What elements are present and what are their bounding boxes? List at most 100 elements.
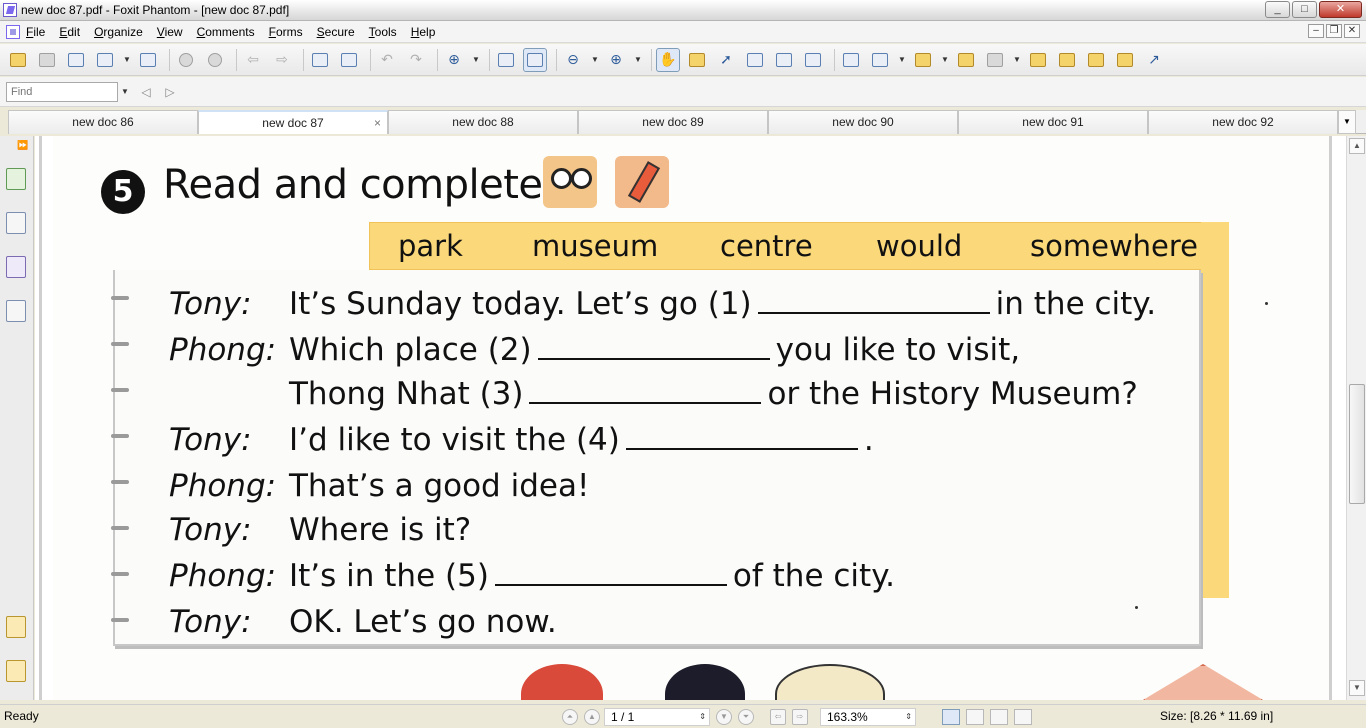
vertical-scrollbar[interactable]: ▲ ▼ (1346, 136, 1366, 700)
zoom-in-tool-icon[interactable]: ⊕ (442, 48, 466, 72)
typewriter-icon[interactable] (772, 48, 796, 72)
first-page-icon[interactable]: ⏶ (562, 709, 578, 725)
lock-dropdown-icon[interactable]: ▼ (1012, 55, 1022, 64)
lock-icon[interactable] (983, 48, 1007, 72)
menu-help[interactable]: Help (411, 25, 436, 39)
select-text-icon[interactable] (685, 48, 709, 72)
menu-forms[interactable]: Forms (269, 25, 303, 39)
next-page-icon[interactable] (203, 48, 227, 72)
zoom-in-dropdown-icon[interactable]: ▼ (633, 55, 643, 64)
stamp-icon[interactable] (911, 48, 935, 72)
tab-new-doc-89[interactable]: new doc 89 (578, 110, 768, 134)
tab-new-doc-86[interactable]: new doc 86 (8, 110, 198, 134)
select-annotation-icon[interactable]: ➚ (714, 48, 738, 72)
scan-icon[interactable] (136, 48, 160, 72)
continuous-facing-view-icon[interactable] (1014, 709, 1032, 725)
doc-restore-button[interactable]: ❐ (1326, 24, 1342, 38)
stamp-dropdown-icon[interactable]: ▼ (940, 55, 950, 64)
collapse-panel-icon[interactable]: ⏩ (17, 140, 28, 151)
page-spin-icon[interactable]: ⇕ (699, 709, 706, 725)
text-box-icon[interactable] (1084, 48, 1108, 72)
arrow-tool-icon[interactable]: ↗ (1142, 48, 1166, 72)
close-button[interactable]: ✕ (1319, 1, 1362, 18)
next-page-status-icon[interactable]: ▼ (716, 709, 732, 725)
tab-close-icon[interactable]: × (374, 112, 381, 134)
menu-organize[interactable]: Organize (94, 25, 143, 39)
find-input[interactable] (6, 81, 118, 102)
insert-page-icon[interactable] (308, 48, 332, 72)
single-page-view-icon[interactable] (942, 709, 960, 725)
email-dropdown-icon[interactable]: ▼ (122, 55, 132, 64)
document-tabs: new doc 86 new doc 87 × new doc 88 new do… (8, 110, 1366, 134)
attachments-panel-icon[interactable] (6, 660, 26, 682)
bookmarks-panel-icon[interactable] (6, 212, 26, 234)
comments-panel-icon[interactable] (6, 616, 26, 638)
minimize-button[interactable]: _ (1265, 1, 1290, 18)
zoom-field[interactable]: 163.3% ⇕ (820, 708, 916, 726)
zoom-spin-icon[interactable]: ⇕ (905, 709, 912, 725)
zoom-out-dropdown-icon[interactable]: ▼ (590, 55, 600, 64)
tab-new-doc-91[interactable]: new doc 91 (958, 110, 1148, 134)
zoom-out-icon[interactable]: ⊖ (561, 48, 585, 72)
find-dropdown-icon[interactable]: ▼ (118, 87, 132, 96)
note-edit-icon[interactable] (1026, 48, 1050, 72)
back-arrow-icon[interactable]: ⇦ (241, 48, 265, 72)
rectangle-tool-icon[interactable] (839, 48, 863, 72)
document-menu-icon[interactable] (6, 24, 20, 39)
foxit-app-icon[interactable] (3, 3, 17, 17)
forward-arrow-icon[interactable]: ⇨ (270, 48, 294, 72)
find-previous-icon[interactable]: ◁ (136, 82, 156, 102)
page-number-field[interactable]: 1 / 1 ⇕ (604, 708, 710, 726)
undo-icon[interactable]: ↶ (375, 48, 399, 72)
fit-page-icon[interactable] (494, 48, 518, 72)
maximize-button[interactable]: □ (1292, 1, 1317, 18)
document-viewport[interactable]: 5 Read and complete. park museum centre … (35, 136, 1346, 700)
menu-comments[interactable]: Comments (197, 25, 255, 39)
layers-panel-icon[interactable] (6, 300, 26, 322)
scroll-down-icon[interactable]: ▼ (1349, 680, 1365, 696)
signatures-panel-icon[interactable] (6, 256, 26, 278)
menu-secure[interactable]: Secure (317, 25, 355, 39)
doc-minimize-button[interactable]: – (1308, 24, 1324, 38)
tab-new-doc-90[interactable]: new doc 90 (768, 110, 958, 134)
print-icon[interactable] (64, 48, 88, 72)
tab-new-doc-88[interactable]: new doc 88 (388, 110, 578, 134)
previous-page-icon[interactable] (174, 48, 198, 72)
facing-view-icon[interactable] (990, 709, 1008, 725)
extract-page-icon[interactable] (337, 48, 361, 72)
continuous-view-icon[interactable] (966, 709, 984, 725)
snapshot-icon[interactable] (801, 48, 825, 72)
open-icon[interactable] (6, 48, 30, 72)
go-back-icon[interactable]: ⇦ (770, 709, 786, 725)
scroll-up-icon[interactable]: ▲ (1349, 138, 1365, 154)
edit-form-dropdown-icon[interactable]: ▼ (897, 55, 907, 64)
go-forward-icon[interactable]: ⇨ (792, 709, 808, 725)
dialogue-line: Thong Nhat (3) or the History Museum? (289, 376, 1138, 412)
hand-tool-icon[interactable]: ✋ (656, 47, 680, 72)
previous-page-status-icon[interactable]: ▲ (584, 709, 600, 725)
tab-new-doc-92[interactable]: new doc 92 (1148, 110, 1338, 134)
menu-edit[interactable]: Edit (59, 25, 80, 39)
save-icon[interactable] (35, 48, 59, 72)
doc-close-button[interactable]: ✕ (1344, 24, 1360, 38)
menu-tools[interactable]: Tools (369, 25, 397, 39)
scroll-thumb[interactable] (1349, 384, 1365, 504)
redo-icon[interactable]: ↷ (404, 48, 428, 72)
edit-form-icon[interactable] (868, 48, 892, 72)
attach-file-icon[interactable] (954, 48, 978, 72)
tabs-dropdown-icon[interactable]: ▼ (1338, 110, 1356, 134)
menu-view[interactable]: View (157, 25, 183, 39)
tab-new-doc-87[interactable]: new doc 87 × (198, 110, 388, 134)
email-icon[interactable] (93, 48, 117, 72)
dialogue-text: . (863, 422, 874, 458)
find-next-icon[interactable]: ▷ (160, 82, 180, 102)
pages-panel-icon[interactable] (6, 168, 26, 190)
fit-width-icon[interactable] (523, 47, 547, 72)
sign-edit-icon[interactable] (1055, 48, 1079, 72)
menu-file[interactable]: File (26, 25, 45, 39)
comment-icon[interactable] (1113, 48, 1137, 72)
zoom-in-icon[interactable]: ⊕ (604, 48, 628, 72)
last-page-icon[interactable]: ⏷ (738, 709, 754, 725)
find-binoculars-icon[interactable] (743, 48, 767, 72)
zoom-tool-dropdown-icon[interactable]: ▼ (471, 55, 481, 64)
